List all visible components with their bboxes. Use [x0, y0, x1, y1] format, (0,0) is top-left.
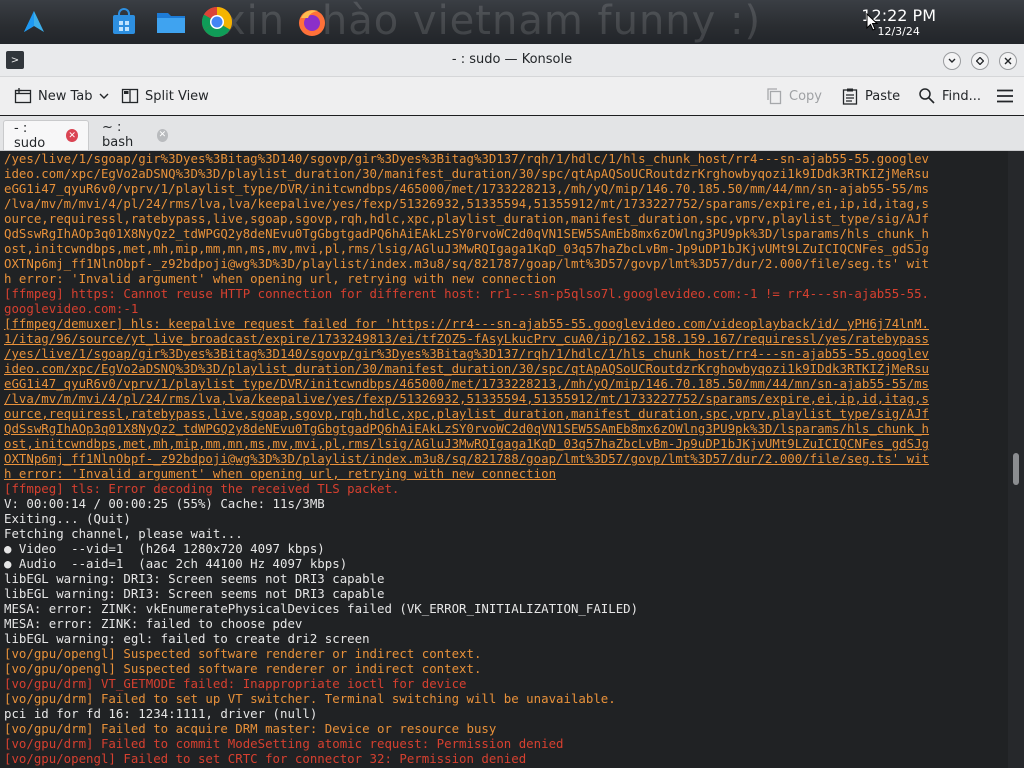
paste-label: Paste [865, 88, 901, 104]
split-view-button[interactable]: Split View [121, 77, 209, 115]
firefox-icon[interactable] [296, 6, 328, 38]
hamburger-menu-icon [997, 89, 1013, 103]
terminal-line: OXTNp6mj_ff1NlnObpf-_z92bdpoji@wg%3D%3D/… [4, 451, 930, 466]
terminal-line: ● Audio --aid=1 (aac 2ch 44100 Hz 4097 k… [4, 556, 348, 571]
terminal-line: /yes/live/1/sgoap/gir%3Dyes%3Bitag%3D140… [4, 346, 930, 361]
terminal-line: ource,requiressl,ratebypass,live,sgoap,s… [4, 406, 930, 421]
terminal-line: ● Video --vid=1 (h264 1280x720 4097 kbps… [4, 541, 325, 556]
terminal-line: Exiting... (Quit) [4, 511, 131, 526]
diamond-icon [976, 57, 984, 65]
terminal-line: libEGL warning: DRI3: Screen seems not D… [4, 571, 385, 586]
tab-bar: - : sudo ✕ ~ : bash ✕ [0, 116, 1024, 151]
scrollbar-thumb[interactable] [1013, 453, 1019, 485]
close-tab-icon[interactable]: ✕ [156, 128, 168, 142]
terminal-line: [vo/gpu/opengl] Suspected software rende… [4, 646, 482, 661]
terminal-line: [ffmpeg/demuxer] hls: keepalive request … [4, 316, 930, 331]
close-icon [1004, 57, 1012, 65]
copy-icon [767, 88, 782, 105]
terminal-line: eGG1i47_qyuR6v0/vprv/1/playlist_type/DVR… [4, 181, 930, 196]
terminal-line: [ffmpeg] https: Cannot reuse HTTP connec… [4, 286, 930, 301]
terminal-line: [vo/gpu/drm] Failed to set up VT switche… [4, 691, 616, 706]
taskbar: xin chào vietnam funny :) 12:22 PM 12/3/… [0, 0, 1024, 44]
terminal-line: QdSswRgIhAOp3q01X8NyQz2_tdWPGQ2y8deNEvu0… [4, 226, 930, 241]
terminal-line: libEGL warning: DRI3: Screen seems not D… [4, 586, 385, 601]
terminal-line: ource,requiressl,ratebypass,live,sgoap,s… [4, 211, 930, 226]
close-window-button[interactable] [999, 52, 1017, 70]
copy-button[interactable]: Copy [765, 77, 822, 115]
chrome-icon[interactable] [201, 6, 233, 38]
search-icon [919, 88, 935, 104]
terminal-line: QdSswRgIhAOp3q01X8NyQz2_tdWPGQ2y8deNEvu0… [4, 421, 930, 436]
terminal-line: ost,initcwndbps,met,mh,mip,mm,mn,ms,mv,m… [4, 436, 930, 451]
new-tab-label: New Tab [38, 88, 93, 104]
terminal-line: OXTNp6mj_ff1NlnObpf-_z92bdpoji@wg%3D%3D/… [4, 256, 930, 271]
terminal-line: ost,initcwndbps,met,mh,mip,mm,mn,ms,mv,m… [4, 241, 930, 256]
toolbar: New Tab Split View Copy Paste Find... [0, 77, 1024, 115]
paste-icon [842, 88, 858, 105]
terminal-line: libEGL warning: egl: failed to create dr… [4, 631, 370, 646]
terminal-output[interactable]: /yes/live/1/sgoap/gir%3Dyes%3Bitag%3D140… [0, 151, 1008, 768]
terminal-line: MESA: error: ZINK: failed to choose pdev [4, 616, 303, 631]
terminal-line: googlevideo.com:-1 [4, 301, 139, 316]
terminal-line: /lva/mv/m/mvi/4/pl/24/rms/lva,lva/keepal… [4, 196, 930, 211]
terminal-line: h error: 'Invalid argument' when opening… [4, 271, 557, 286]
terminal-line: /yes/live/1/sgoap/gir%3Dyes%3Bitag%3D140… [4, 151, 930, 166]
terminal-line: h error: 'Invalid argument' when opening… [4, 466, 557, 481]
terminal-line: ideo.com/xpc/EgVo2aDSNQ%3D%3D/playlist_d… [4, 166, 930, 181]
terminal-line: Fetching channel, please wait... [4, 526, 243, 541]
split-view-label: Split View [145, 88, 209, 104]
terminal-line: eGG1i47_qyuR6v0/vprv/1/playlist_type/DVR… [4, 376, 930, 391]
terminal-line: [vo/gpu/opengl] Failed to set CRTC for c… [4, 751, 527, 766]
terminal-line: V: 00:00:14 / 00:00:25 (55%) Cache: 11s/… [4, 496, 325, 511]
terminal-line: MESA: error: ZINK: vkEnumeratePhysicalDe… [4, 601, 639, 616]
terminal-line: [vo/gpu/drm] VT_GETMODE failed: Inapprop… [4, 676, 467, 691]
paste-button[interactable]: Paste [841, 77, 900, 115]
terminal-line: pci id for fd 16: 1234:1111, driver (nul… [4, 706, 318, 721]
chevron-down-icon [948, 58, 956, 63]
close-tab-icon[interactable]: ✕ [66, 129, 78, 142]
window-title: - : sudo — Konsole [451, 52, 573, 67]
split-view-icon [121, 88, 139, 104]
app-store-icon[interactable] [108, 6, 140, 38]
app-launcher-icon[interactable] [18, 6, 50, 38]
new-tab-icon [14, 88, 32, 104]
find-label: Find... [942, 88, 982, 104]
window-titlebar[interactable]: > - : sudo — Konsole [0, 44, 1024, 77]
terminal-scrollbar[interactable] [1008, 151, 1024, 768]
terminal-line: [ffmpeg] tls: Error decoding the receive… [4, 481, 400, 496]
terminal-line: [vo/gpu/drm] Failed to acquire DRM maste… [4, 721, 497, 736]
terminal-lines: /yes/live/1/sgoap/gir%3Dyes%3Bitag%3D140… [0, 151, 1008, 766]
terminal-line: ideo.com/xpc/EgVo2aDSNQ%3D%3D/playlist_d… [4, 361, 930, 376]
tab-label: ~ : bash [102, 120, 134, 150]
minimize-button[interactable] [943, 52, 961, 70]
new-tab-button[interactable]: New Tab [14, 77, 109, 115]
find-button[interactable]: Find... [918, 77, 981, 115]
terminal-line: 1/itag/96/source/yt_live_broadcast/expir… [4, 331, 930, 346]
tab-sudo[interactable]: - : sudo ✕ [3, 120, 89, 151]
terminal-line: [vo/gpu/opengl] Suspected software rende… [4, 661, 482, 676]
copy-label: Copy [789, 88, 822, 104]
file-manager-icon[interactable] [155, 6, 187, 38]
mouse-cursor-icon [866, 12, 879, 35]
terminal-line: /lva/mv/m/mvi/4/pl/24/rms/lva,lva/keepal… [4, 391, 930, 406]
tab-bash[interactable]: ~ : bash ✕ [92, 120, 178, 150]
terminal-line: [vo/gpu/drm] Failed to commit ModeSettin… [4, 736, 564, 751]
chevron-down-icon[interactable] [99, 92, 109, 100]
maximize-button[interactable] [971, 52, 989, 70]
hamburger-menu-button[interactable] [996, 77, 1014, 115]
tab-label: - : sudo [14, 120, 46, 151]
